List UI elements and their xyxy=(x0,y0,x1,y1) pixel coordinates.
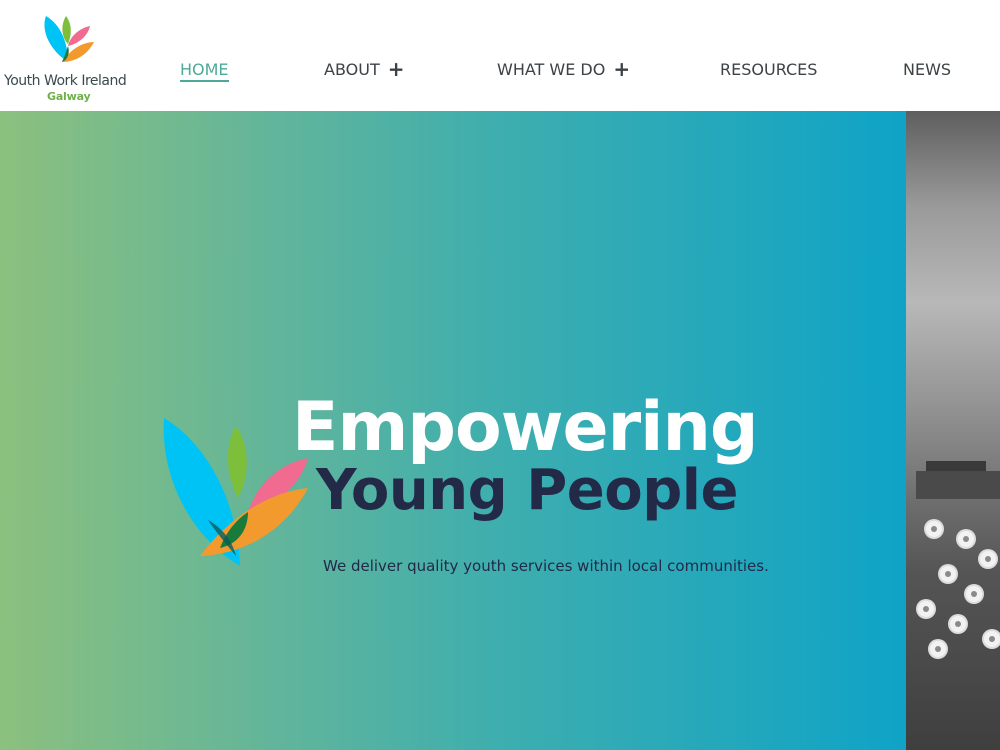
nav-item-resources[interactable]: RESOURCES xyxy=(720,60,817,84)
logo-text-primary: Youth Work Ireland xyxy=(4,73,127,89)
daisy-flower xyxy=(980,551,996,567)
nav-label: ABOUT xyxy=(324,60,380,79)
nav-label: HOME xyxy=(180,60,229,82)
site-header: Youth Work Ireland Galway HOME ABOUT + W… xyxy=(0,0,1000,111)
daisy-flower xyxy=(958,531,974,547)
plus-icon[interactable]: + xyxy=(388,59,405,79)
daisy-flower xyxy=(984,631,1000,647)
daisy-flower xyxy=(926,521,942,537)
nav-item-home[interactable]: HOME xyxy=(180,60,229,84)
plus-icon[interactable]: + xyxy=(613,59,630,79)
nav-label: NEWS xyxy=(903,60,952,79)
daisy-flower xyxy=(950,616,966,632)
hero-title-line1: Empowering xyxy=(292,388,759,467)
nav-item-news[interactable]: NEWS xyxy=(903,60,951,84)
hero-photo xyxy=(906,111,1000,750)
logo-text-secondary: Galway xyxy=(47,90,91,103)
daisy-flower xyxy=(966,586,982,602)
leaf-petals-logo-icon xyxy=(44,16,94,62)
daisy-flower xyxy=(940,566,956,582)
photo-house xyxy=(916,471,1000,499)
daisy-flower xyxy=(918,601,934,617)
hero-leaf-logo-icon xyxy=(163,418,308,566)
nav-label: WHAT WE DO xyxy=(497,60,606,79)
nav-item-about[interactable]: ABOUT + xyxy=(324,59,405,84)
site-logo[interactable]: Youth Work Ireland Galway xyxy=(0,8,140,103)
hero-subtitle: We deliver quality youth services within… xyxy=(323,557,769,575)
nav-label: RESOURCES xyxy=(720,60,818,79)
hero-title-line2: Young People xyxy=(316,458,738,523)
daisy-flower xyxy=(930,641,946,657)
nav-item-what-we-do[interactable]: WHAT WE DO + xyxy=(497,59,630,84)
